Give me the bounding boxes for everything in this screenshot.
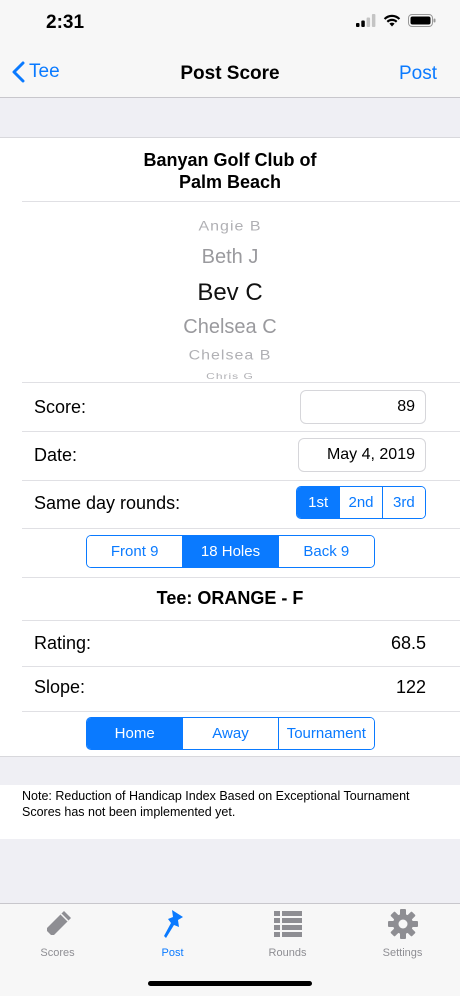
status-bar: 2:31 (0, 0, 460, 50)
tab-scores-label: Scores (40, 947, 75, 959)
same-day-segmented-control: 1st 2nd 3rd (296, 486, 426, 519)
club-name-line2: Palm Beach (178, 172, 282, 192)
divider (22, 431, 460, 432)
home-indicator (148, 981, 312, 986)
holes-segmented-control: Front 9 18 Holes Back 9 (86, 535, 375, 568)
post-score-form: Banyan Golf Club of Palm Beach Angie B B… (0, 137, 460, 757)
signal-icon (356, 14, 376, 27)
handicap-note: Note: Reduction of Handicap Index Based … (0, 785, 460, 839)
battery-icon (408, 14, 436, 27)
holes-front-9[interactable]: Front 9 (87, 536, 183, 567)
gear-icon (387, 909, 418, 939)
club-name: Banyan Golf Club of Palm Beach (0, 149, 460, 193)
tab-settings-label: Settings (382, 947, 423, 959)
divider (22, 382, 460, 383)
tab-rounds[interactable]: Rounds (230, 908, 345, 959)
date-field[interactable]: May 4, 2019 (298, 438, 426, 472)
round-type-home[interactable]: Home (87, 718, 183, 749)
slope-label: Slope: (34, 677, 86, 697)
status-icons (356, 14, 436, 27)
tab-scores[interactable]: Scores (0, 908, 115, 959)
tab-post-label: Post (161, 947, 184, 959)
club-name-line1: Banyan Golf Club of (143, 150, 317, 170)
same-day-1st[interactable]: 1st (297, 487, 340, 518)
same-day-3rd[interactable]: 3rd (381, 487, 425, 518)
divider (22, 201, 460, 202)
picker-item[interactable]: Angie B (0, 219, 460, 234)
date-label: Date: (34, 445, 78, 465)
pencil-icon (46, 911, 71, 935)
picker-item-selected[interactable]: Bev C (0, 279, 460, 307)
post-button[interactable]: Post (399, 63, 437, 85)
status-time: 2:31 (46, 12, 85, 33)
holes-18[interactable]: 18 Holes (182, 536, 278, 567)
picker-item[interactable]: Chelsea B (0, 348, 460, 363)
tee-label: Tee: ORANGE - F (156, 588, 304, 608)
holes-back-9[interactable]: Back 9 (277, 536, 374, 567)
round-type-away[interactable]: Away (182, 718, 278, 749)
divider (22, 528, 460, 529)
divider (22, 620, 460, 621)
round-type-segmented-control: Home Away Tournament (86, 717, 375, 750)
divider (22, 480, 460, 481)
picker-item[interactable]: Chelsea C (0, 316, 460, 339)
picker-item[interactable]: Chris G (0, 371, 460, 381)
navigation-bar: Tee Post Score Post (0, 50, 460, 98)
divider (22, 711, 460, 712)
tab-settings[interactable]: Settings (345, 908, 460, 959)
page-title: Post Score (180, 63, 280, 84)
picker-item[interactable]: Beth J (0, 246, 460, 269)
divider (22, 666, 460, 667)
player-picker[interactable]: Angie B Beth J Bev C Chelsea C Chelsea B… (0, 204, 460, 382)
same-day-2nd[interactable]: 2nd (339, 487, 382, 518)
rating-label: Rating: (34, 633, 92, 653)
divider (22, 577, 460, 578)
tab-rounds-label: Rounds (268, 947, 307, 959)
list-icon (273, 911, 302, 937)
pin-icon (163, 910, 183, 938)
round-type-tournament[interactable]: Tournament (277, 718, 374, 749)
score-field[interactable]: 89 (300, 390, 426, 424)
slope-value: 122 (395, 677, 426, 697)
tab-post[interactable]: Post (115, 908, 230, 959)
score-label: Score: (34, 397, 87, 417)
same-day-label: Same day rounds: (34, 493, 181, 513)
wifi-icon (383, 14, 401, 27)
rating-value: 68.5 (390, 633, 426, 653)
